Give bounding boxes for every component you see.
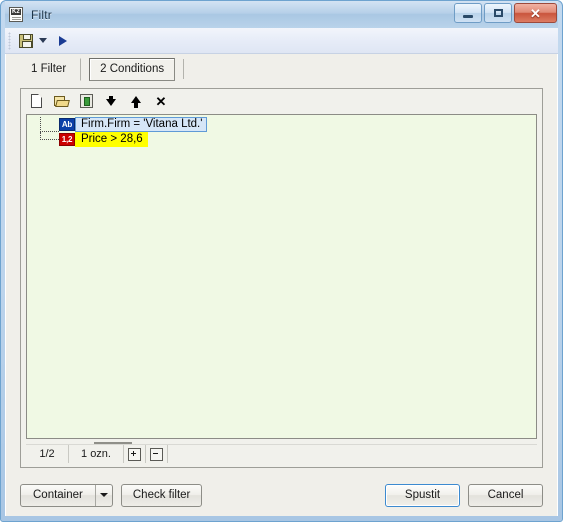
condition-row-1[interactable]: Ab Firm.Firm = 'Vitana Ltd.' — [27, 117, 536, 132]
chevron-down-icon — [39, 38, 47, 43]
status-position: 1/2 — [26, 445, 69, 463]
condition-label: Firm.Firm = 'Vitana Ltd.' — [75, 117, 208, 132]
tree-connector-line — [40, 132, 59, 140]
minimize-icon — [463, 14, 473, 18]
status-selection-count: 1 ozn. — [69, 445, 124, 463]
arrow-up-icon — [131, 96, 141, 108]
dialog-button-bar: Container Check filter Spustit Cancel — [6, 482, 557, 508]
k2-document-icon: K2 — [9, 6, 25, 23]
titlebar: K2 Filtr ✕ — [5, 1, 558, 28]
plus-icon — [128, 447, 141, 461]
collapse-all-button[interactable] — [146, 445, 168, 463]
tab-conditions[interactable]: 2 Conditions — [89, 57, 176, 81]
save-button[interactable] — [16, 30, 36, 52]
dialog-client-area: 1 Filter 2 Conditions ✕ Ab Firm.Firm = '… — [5, 54, 558, 516]
main-toolbar — [5, 28, 558, 54]
x-icon: ✕ — [155, 93, 167, 109]
container-dropdown-button[interactable]: Container — [20, 483, 113, 507]
minus-icon — [150, 447, 163, 461]
play-icon — [59, 35, 67, 46]
close-icon: ✕ — [530, 5, 541, 21]
close-button[interactable]: ✕ — [514, 3, 557, 23]
minimize-button[interactable] — [454, 3, 482, 23]
condition-label: Price > 28,6 — [75, 132, 148, 147]
number-type-badge: 1,2 — [59, 133, 75, 146]
maximize-button[interactable] — [484, 3, 512, 23]
text-type-badge: Ab — [59, 118, 75, 131]
maximize-icon — [493, 9, 503, 17]
box-icon — [79, 94, 93, 108]
move-down-button[interactable] — [103, 93, 119, 109]
conditions-list: Ab Firm.Firm = 'Vitana Ltd.' 1,2 Price >… — [27, 117, 536, 147]
new-condition-button[interactable] — [28, 93, 44, 109]
arrow-down-icon — [106, 96, 116, 106]
container-button[interactable] — [78, 93, 94, 109]
new-page-icon — [30, 94, 42, 108]
open-folder-icon — [53, 95, 70, 107]
conditions-toolbar: ✕ — [21, 89, 542, 113]
status-filler — [168, 445, 537, 463]
container-button-label: Container — [33, 489, 83, 501]
cancel-button[interactable]: Cancel — [468, 483, 543, 507]
tree-connector-line — [40, 117, 59, 132]
tab-strip: 1 Filter 2 Conditions — [6, 54, 557, 84]
filter-dialog-window: K2 Filtr ✕ 1 Filter 2 Conditions ✕ Ab Fi… — [0, 0, 563, 522]
run-button[interactable] — [56, 30, 70, 52]
tab-filter[interactable]: 1 Filter — [20, 57, 82, 81]
tab-divider — [183, 59, 185, 79]
save-dropdown-button[interactable] — [36, 30, 50, 52]
window-frame-inner: K2 Filtr ✕ 1 Filter 2 Conditions ✕ Ab Fi… — [5, 1, 558, 516]
conditions-panel: ✕ Ab Firm.Firm = 'Vitana Ltd.' 1,2 Price… — [20, 88, 543, 468]
floppy-disk-icon — [19, 33, 33, 48]
chevron-down-icon — [99, 493, 108, 497]
check-filter-button[interactable]: Check filter — [120, 483, 203, 507]
open-condition-button[interactable] — [53, 93, 70, 109]
toolbar-grip[interactable] — [8, 31, 11, 50]
container-dropdown-arrow[interactable] — [94, 484, 112, 506]
move-up-button[interactable] — [128, 93, 144, 109]
expand-all-button[interactable] — [124, 445, 146, 463]
delete-condition-button[interactable]: ✕ — [153, 93, 169, 109]
window-controls: ✕ — [454, 3, 557, 23]
window-title: Filtr — [31, 7, 52, 22]
panel-status-bar: 1/2 1 ozn. — [26, 444, 537, 463]
conditions-tree[interactable]: Ab Firm.Firm = 'Vitana Ltd.' 1,2 Price >… — [26, 114, 537, 439]
condition-row-2[interactable]: 1,2 Price > 28,6 — [27, 132, 536, 147]
run-filter-button[interactable]: Spustit — [385, 483, 460, 507]
